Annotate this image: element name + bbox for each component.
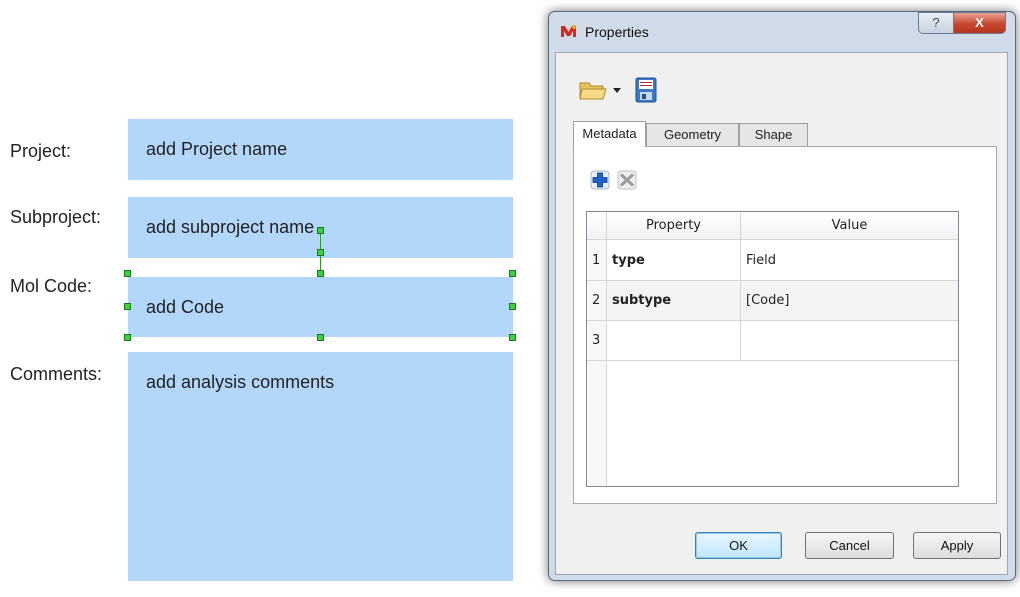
tab-shape[interactable]: Shape — [739, 123, 808, 147]
ok-button[interactable]: OK — [695, 532, 782, 559]
field-comments[interactable]: add analysis comments — [128, 352, 513, 581]
cell-value[interactable]: [Code] — [741, 281, 958, 321]
cell-property[interactable] — [607, 321, 741, 361]
table-corner-header — [587, 212, 607, 240]
resize-handle-top-right[interactable] — [509, 270, 516, 277]
resize-handle-middle-left[interactable] — [124, 303, 131, 310]
rotation-handle-lower[interactable] — [317, 249, 324, 256]
close-button[interactable]: X — [953, 12, 1006, 34]
metadata-tab-pane: Property Value 1 type Field 2 subtype [C… — [573, 146, 997, 504]
properties-dialog: Properties ? X Metadata Geometry Shape P… — [548, 11, 1016, 581]
tab-metadata[interactable]: Metadata — [573, 121, 646, 147]
titlebar[interactable]: Properties ? X — [549, 12, 1015, 52]
row-number[interactable]: 3 — [587, 321, 607, 361]
resize-handle-top-left[interactable] — [124, 270, 131, 277]
column-header-property[interactable]: Property — [607, 212, 741, 240]
row-number[interactable]: 2 — [587, 281, 607, 321]
cell-value[interactable] — [741, 321, 958, 361]
cancel-button[interactable]: Cancel — [805, 532, 894, 559]
resize-handle-bottom-right[interactable] — [509, 334, 516, 341]
delete-x-icon[interactable] — [617, 170, 637, 190]
column-header-value[interactable]: Value — [741, 212, 958, 240]
field-project[interactable]: add Project name — [128, 119, 513, 180]
apply-button[interactable]: Apply — [913, 532, 1001, 559]
folder-open-icon[interactable] — [579, 79, 609, 101]
label-mol-code: Mol Code: — [10, 276, 93, 296]
floppy-save-icon[interactable] — [635, 77, 657, 103]
properties-table: Property Value 1 type Field 2 subtype [C… — [586, 211, 959, 487]
resize-handle-top-center[interactable] — [317, 270, 324, 277]
cell-property[interactable]: type — [607, 240, 741, 281]
row-number[interactable]: 1 — [587, 240, 607, 281]
cell-value[interactable]: Field — [741, 240, 958, 281]
dialog-title: Properties — [585, 24, 649, 40]
label-project: Project: — [10, 141, 72, 161]
dialog-client: Metadata Geometry Shape Property Value 1… — [555, 52, 1008, 575]
resize-handle-bottom-center[interactable] — [317, 334, 324, 341]
resize-handle-middle-right[interactable] — [509, 303, 516, 310]
help-button[interactable]: ? — [918, 12, 954, 34]
rotation-handle[interactable] — [317, 227, 324, 234]
tab-geometry[interactable]: Geometry — [646, 123, 739, 147]
field-mol-code[interactable]: add Code — [128, 277, 513, 337]
label-comments: Comments: — [10, 364, 103, 384]
cell-property[interactable]: subtype — [607, 281, 741, 321]
chevron-down-icon[interactable] — [613, 88, 621, 94]
plus-icon[interactable] — [590, 170, 610, 190]
app-logo-icon — [561, 25, 576, 37]
label-subproject: Subproject: — [10, 207, 102, 227]
resize-handle-bottom-left[interactable] — [124, 334, 131, 341]
